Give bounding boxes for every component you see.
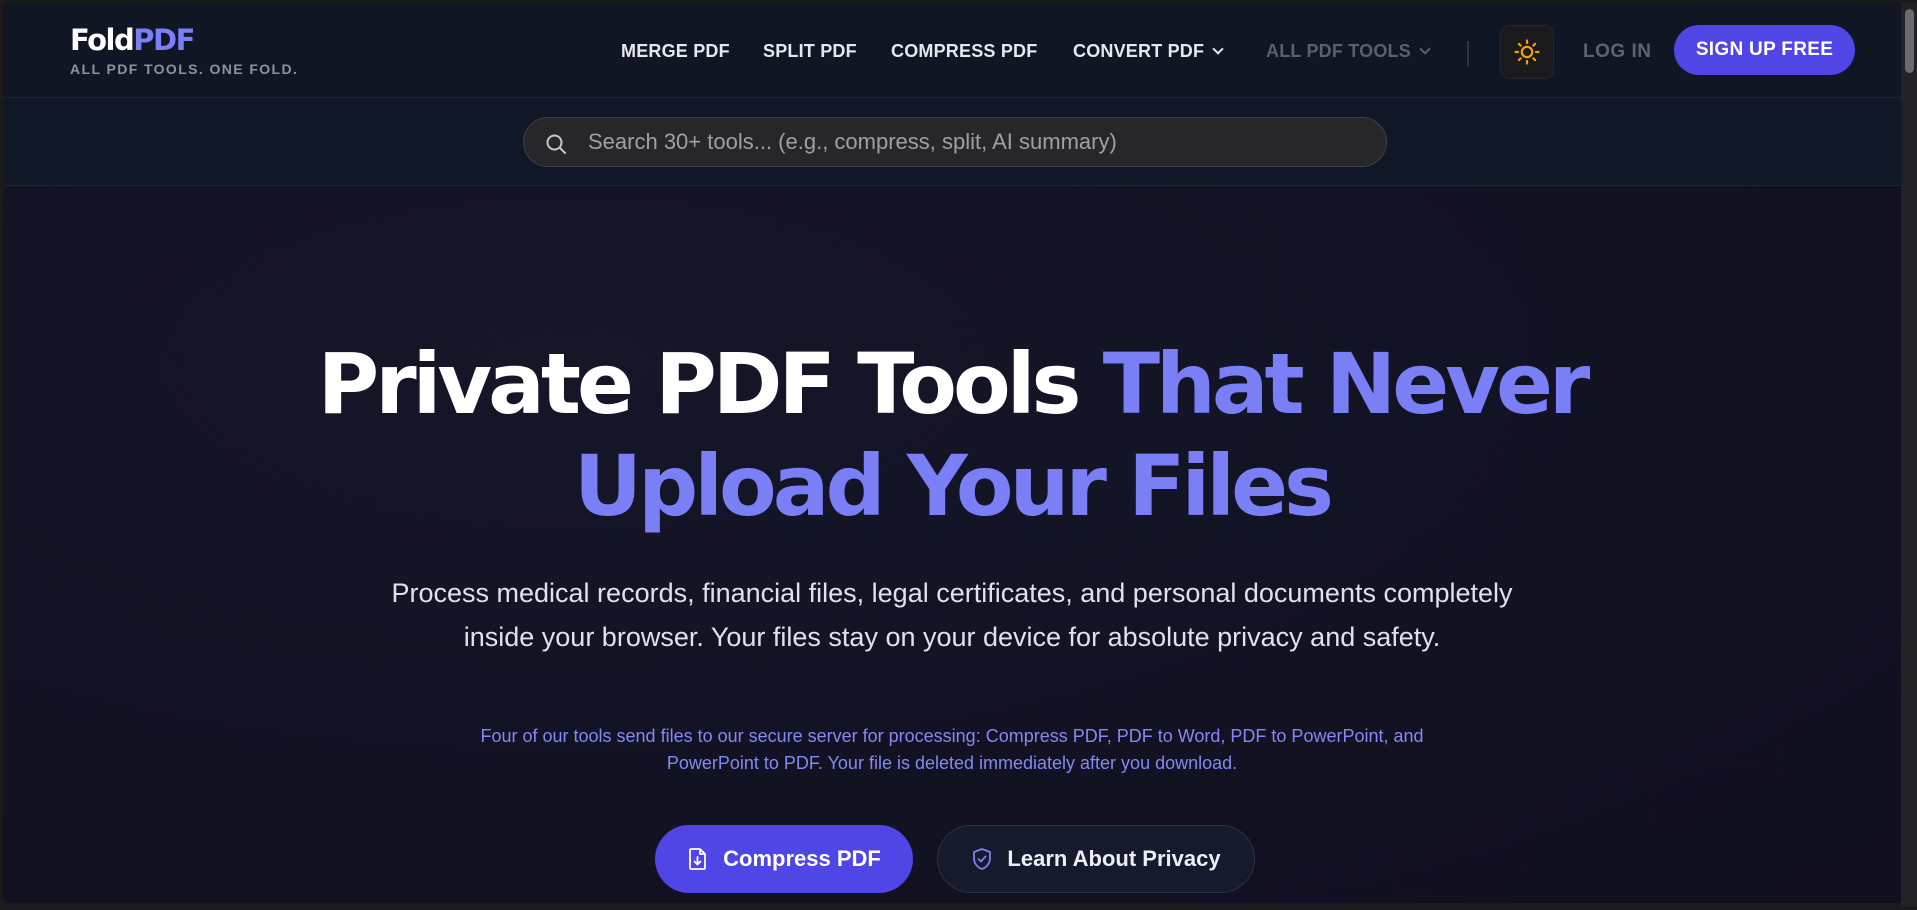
site-header: FoldPDF ALL PDF TOOLS. ONE FOLD. MERGE P… <box>3 3 1901 98</box>
search-input[interactable] <box>586 118 1366 166</box>
chevron-down-icon <box>1212 43 1224 55</box>
learn-about-privacy-label: Learn About Privacy <box>1007 846 1221 871</box>
theme-toggle-button[interactable] <box>1500 25 1554 79</box>
logo[interactable]: FoldPDF <box>70 23 195 57</box>
nav-merge-pdf[interactable]: MERGE PDF <box>621 41 730 62</box>
nav-divider <box>1467 41 1469 66</box>
browser-viewport: FoldPDF ALL PDF TOOLS. ONE FOLD. MERGE P… <box>3 3 1901 903</box>
search-band <box>3 98 1901 186</box>
scrollbar-thumb[interactable] <box>1905 9 1914 73</box>
logo-fold: Fold <box>70 23 135 57</box>
signup-button[interactable]: SIGN UP FREE <box>1674 25 1855 75</box>
nav-convert-pdf[interactable]: CONVERT PDF <box>1073 41 1224 62</box>
compress-pdf-button-label: Compress PDF <box>723 846 881 871</box>
nav-all-tools-label: ALL PDF TOOLS <box>1266 41 1411 61</box>
search-icon <box>546 134 566 154</box>
search-box[interactable] <box>523 117 1387 167</box>
logo-pdf: PDF <box>133 23 195 57</box>
hero-title: Private PDF Tools That Never Upload Your… <box>3 333 1901 537</box>
chevron-down-icon <box>1419 43 1431 55</box>
hero-subtitle: Process medical records, financial files… <box>391 578 1513 652</box>
file-download-icon <box>689 848 707 870</box>
learn-about-privacy-button[interactable]: Learn About Privacy <box>937 825 1255 893</box>
page-scrollbar[interactable] <box>1901 3 1917 907</box>
hero-title-accent-1: That Never <box>1102 335 1591 433</box>
nav-all-pdf-tools[interactable]: ALL PDF TOOLS <box>1266 41 1431 62</box>
compress-pdf-button[interactable]: Compress PDF <box>655 825 913 893</box>
tagline: ALL PDF TOOLS. ONE FOLD. <box>70 61 299 77</box>
nav-convert-label: CONVERT PDF <box>1073 41 1205 61</box>
hero-title-accent-2: Upload Your Files <box>573 437 1334 535</box>
sun-icon <box>1514 39 1540 65</box>
nav-compress-pdf[interactable]: COMPRESS PDF <box>891 41 1037 62</box>
hero-title-plain: Private PDF Tools <box>317 335 1082 433</box>
nav-split-pdf[interactable]: SPLIT PDF <box>763 41 857 62</box>
shield-check-icon <box>973 848 992 870</box>
server-processing-note: Four of our tools send files to our secu… <box>480 726 1424 773</box>
login-link[interactable]: LOG IN <box>1583 41 1651 63</box>
